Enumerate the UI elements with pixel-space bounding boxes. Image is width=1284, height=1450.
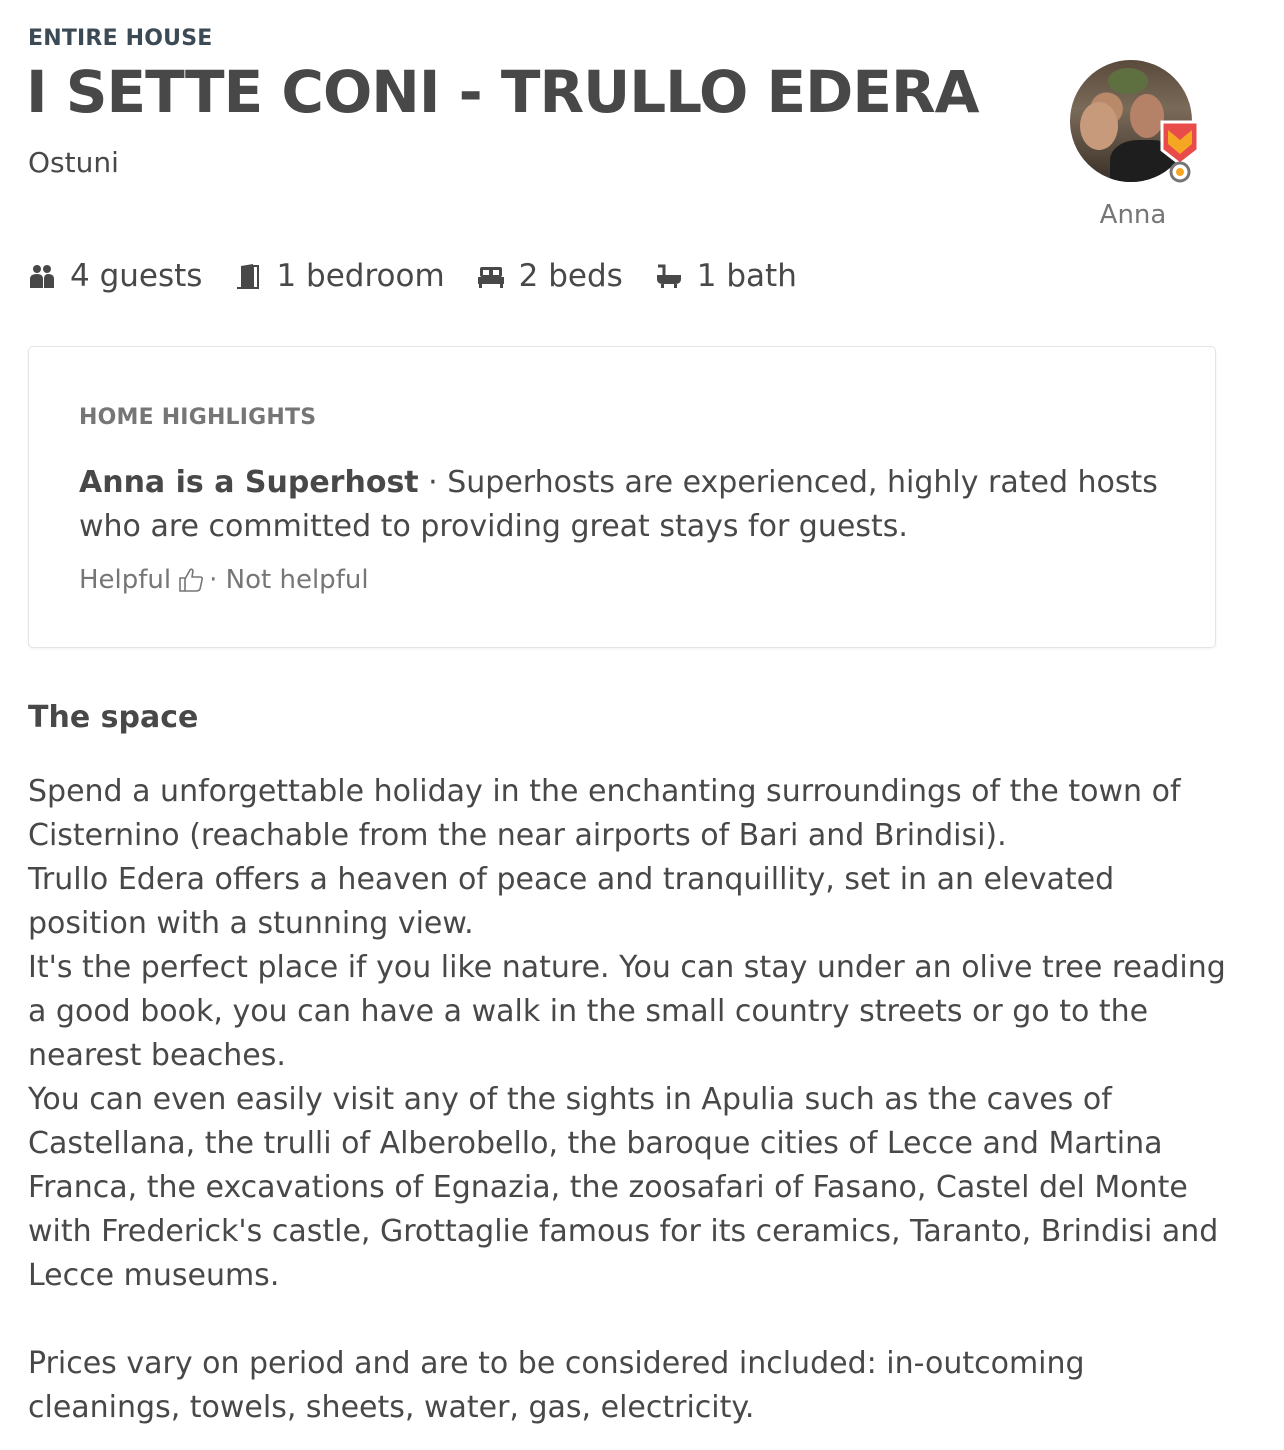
listing-kicker: ENTIRE HOUSE — [28, 26, 213, 51]
amenity-bedroom: 1 bedroom — [234, 258, 445, 294]
space-paragraph: It's the perfect place if you like natur… — [28, 950, 1226, 1073]
space-paragraph: Prices vary on period and are to be cons… — [28, 1346, 1085, 1425]
amenity-guests: 4 guests — [28, 258, 202, 294]
not-helpful-button[interactable]: · Not helpful — [209, 565, 368, 595]
highlight-title: Anna is a Superhost — [79, 465, 419, 500]
amenity-beds: 2 beds — [477, 258, 623, 294]
amenities-row: 4 guests 1 bedroom 2 beds 1 bath — [28, 258, 829, 294]
listing-location[interactable]: Ostuni — [28, 146, 119, 179]
bath-icon — [656, 264, 681, 288]
space-paragraph: You can even easily visit any of the sig… — [28, 1082, 1219, 1293]
amenity-bath-label: 1 bath — [696, 258, 797, 294]
listing-title: I SETTE CONI - TRULLO EDERA — [26, 58, 979, 126]
amenity-beds-label: 2 beds — [518, 258, 623, 294]
bed-icon — [477, 267, 504, 288]
home-highlights-card: HOME HIGHLIGHTS Anna is a Superhost · Su… — [28, 346, 1216, 648]
amenity-bedroom-label: 1 bedroom — [276, 258, 445, 294]
highlight-separator: · — [418, 465, 448, 500]
highlight-feedback: Helpful · Not helpful — [79, 565, 369, 595]
helpful-button[interactable]: Helpful — [79, 565, 171, 595]
door-icon — [237, 264, 260, 289]
highlight-text: Anna is a Superhost · Superhosts are exp… — [79, 461, 1169, 549]
space-heading: The space — [28, 700, 199, 735]
home-highlights-heading: HOME HIGHLIGHTS — [79, 405, 317, 430]
guests-icon — [30, 265, 54, 288]
superhost-badge-icon — [1160, 120, 1200, 183]
thumbs-up-icon[interactable] — [177, 566, 205, 594]
amenity-bath: 1 bath — [655, 258, 797, 294]
host-name[interactable]: Anna — [1080, 200, 1186, 230]
space-paragraph: Spend a unforgettable holiday in the enc… — [28, 774, 1181, 853]
space-description: Spend a unforgettable holiday in the enc… — [28, 770, 1228, 1430]
amenity-guests-label: 4 guests — [70, 258, 203, 294]
space-paragraph: Trullo Edera offers a heaven of peace an… — [28, 862, 1115, 941]
